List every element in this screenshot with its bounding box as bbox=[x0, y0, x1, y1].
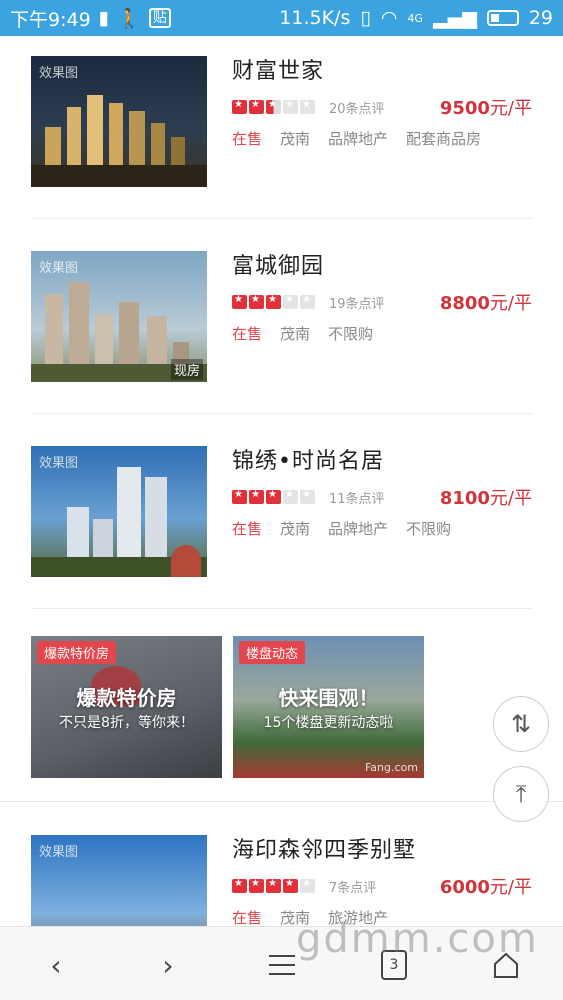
image-watermark: 效果图 bbox=[39, 261, 79, 276]
network-type: 4G bbox=[407, 11, 423, 25]
listing-price: 8100元/平 bbox=[439, 488, 532, 509]
listing-title[interactable]: 财富世家 bbox=[232, 56, 532, 88]
chevron-right-icon: › bbox=[162, 948, 174, 982]
listing-price: 6000元/平 bbox=[439, 877, 532, 898]
wifi-icon: ◠ bbox=[380, 7, 398, 29]
promo-subtitle: 15个楼盘更新动态啦 bbox=[263, 715, 394, 731]
listing-card[interactable]: 效果图 海印森邻四季别墅 7条点评 6000元/平 在售 茂南 旅游地产 bbox=[31, 815, 533, 926]
sim-icon: ▮ bbox=[98, 7, 110, 29]
review-count: 20条点评 bbox=[329, 101, 385, 117]
tag: 茂南 bbox=[280, 325, 311, 343]
arrow-up-icon: ⤒ bbox=[515, 780, 527, 808]
review-count: 19条点评 bbox=[329, 296, 385, 312]
forward-button[interactable]: › bbox=[148, 945, 188, 985]
promo-hot-deal[interactable]: 爆款特价房 爆款特价房 不只是8折，等你来！ bbox=[31, 636, 222, 778]
image-credit: Fang.com bbox=[364, 761, 418, 774]
listing-thumbnail[interactable]: 效果图 现房 bbox=[31, 251, 207, 382]
tag: 不限购 bbox=[328, 325, 374, 343]
signal-icon: ▂▄▆ bbox=[432, 7, 477, 29]
ready-house-badge: 现房 bbox=[170, 359, 203, 380]
listing-tags: 在售 茂南 品牌地产 配套商品房 bbox=[232, 128, 532, 149]
tag: 不限购 bbox=[406, 520, 452, 538]
divider bbox=[0, 801, 563, 802]
sticker-icon: 贴 bbox=[148, 8, 171, 28]
battery-level: 29 bbox=[528, 7, 553, 29]
tag: 茂南 bbox=[280, 520, 311, 538]
listing-card[interactable]: 效果图 锦绣•时尚名居 11条点评 8100元/平 在售 茂南 品牌地产 不限购 bbox=[31, 426, 533, 622]
listing-thumbnail[interactable]: 效果图 bbox=[31, 835, 207, 926]
image-watermark: 效果图 bbox=[39, 456, 79, 471]
listing-thumbnail[interactable]: 效果图 bbox=[31, 56, 207, 187]
divider bbox=[31, 608, 533, 609]
rating-stars bbox=[232, 878, 315, 893]
chevron-left-icon: ‹ bbox=[50, 948, 62, 982]
status-time: 下午9:49 bbox=[10, 8, 91, 31]
listing-title[interactable]: 富城御园 bbox=[232, 251, 532, 283]
listing-card[interactable]: 效果图 现房 富城御园 19条点评 8800元/平 在售 茂南 不限购 bbox=[31, 231, 533, 427]
promo-title: 快来围观！ bbox=[278, 686, 379, 710]
promo-badge: 楼盘动态 bbox=[239, 641, 306, 664]
back-to-top-button[interactable]: ⤒ bbox=[493, 766, 549, 822]
battery-icon bbox=[486, 10, 519, 26]
walking-icon: 🚶 bbox=[117, 7, 141, 30]
back-button[interactable]: ‹ bbox=[36, 945, 76, 985]
tag-status: 在售 bbox=[232, 130, 263, 148]
listing-price: 8800元/平 bbox=[439, 293, 532, 314]
rating-stars bbox=[232, 489, 315, 504]
net-speed: 11.5K/s bbox=[279, 7, 351, 29]
sort-icon: ⇅ bbox=[510, 710, 532, 738]
tag: 配套商品房 bbox=[406, 130, 482, 148]
listing-card[interactable]: 效果图 财富世家 20条点评 9500元/平 在售 茂南 品牌地产 配套商品房 bbox=[31, 36, 533, 232]
listing-price: 9500元/平 bbox=[439, 98, 532, 119]
listing-tags: 在售 茂南 品牌地产 不限购 bbox=[232, 518, 532, 539]
tag: 品牌地产 bbox=[328, 130, 389, 148]
divider bbox=[31, 413, 533, 414]
listing-tags: 在售 茂南 不限购 bbox=[232, 323, 532, 344]
tag-status: 在售 bbox=[232, 520, 263, 538]
promo-row: 爆款特价房 爆款特价房 不只是8折，等你来！ 楼盘动态 快来围观！ 15个楼盘更… bbox=[31, 636, 431, 778]
menu-icon bbox=[269, 955, 295, 975]
rating-stars bbox=[232, 99, 315, 114]
sort-toggle-button[interactable]: ⇅ bbox=[493, 696, 549, 752]
promo-subtitle: 不只是8折，等你来！ bbox=[59, 715, 194, 731]
tag: 品牌地产 bbox=[328, 520, 389, 538]
review-count: 11条点评 bbox=[329, 491, 385, 507]
vibrate-icon: ▯ bbox=[360, 7, 371, 29]
listing-feed: 效果图 财富世家 20条点评 9500元/平 在售 茂南 品牌地产 配套商品房 bbox=[0, 36, 563, 926]
listing-title[interactable]: 锦绣•时尚名居 bbox=[232, 446, 532, 478]
review-count: 7条点评 bbox=[329, 880, 377, 896]
image-watermark: 效果图 bbox=[39, 66, 79, 81]
divider bbox=[31, 218, 533, 219]
tag-status: 在售 bbox=[232, 909, 263, 926]
promo-title: 爆款特价房 bbox=[76, 686, 177, 710]
listing-title[interactable]: 海印森邻四季别墅 bbox=[232, 835, 532, 867]
promo-property-news[interactable]: 楼盘动态 快来围观！ 15个楼盘更新动态啦 Fang.com bbox=[233, 636, 424, 778]
tag-status: 在售 bbox=[232, 325, 263, 343]
image-watermark: 效果图 bbox=[39, 845, 79, 860]
status-bar: 下午9:49 ▮ 🚶 贴 11.5K/s ▯ ◠ 4G ▂▄▆ 29 bbox=[0, 0, 563, 36]
promo-badge: 爆款特价房 bbox=[37, 641, 117, 664]
site-watermark: gdmm.com bbox=[296, 916, 539, 962]
listing-thumbnail[interactable]: 效果图 bbox=[31, 446, 207, 577]
tag: 茂南 bbox=[280, 130, 311, 148]
rating-stars bbox=[232, 294, 315, 309]
